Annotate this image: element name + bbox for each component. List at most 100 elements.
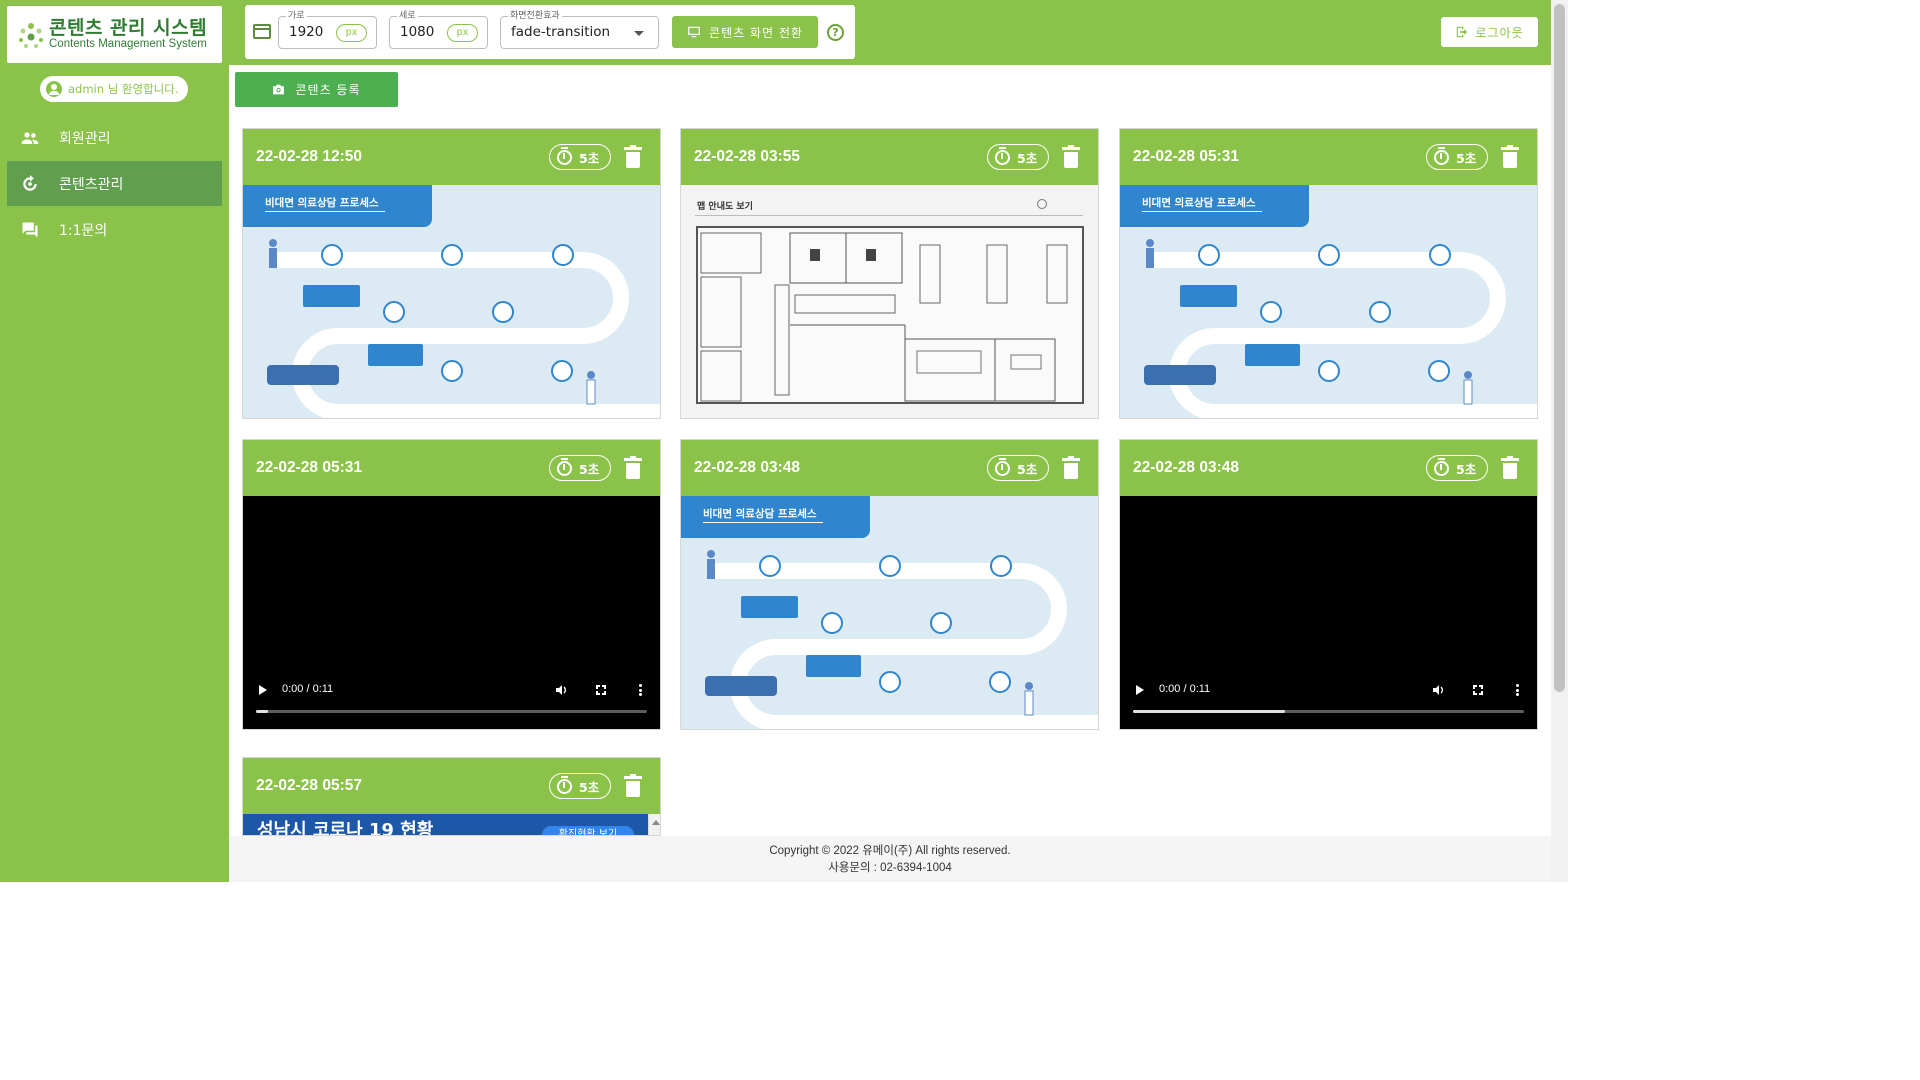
height-unit: px [447, 24, 478, 42]
logout-label: 로그아웃 [1475, 25, 1524, 40]
duration-button[interactable]: 5초 [987, 455, 1049, 481]
play-icon[interactable] [259, 685, 267, 695]
transition-select[interactable]: 화면전환효과 fade-transition [500, 10, 659, 49]
content-card[interactable]: 22-02-28 05:31 5초 0:00 / 0:11 [242, 439, 661, 730]
video-time: 0:00 / 0:11 [1159, 683, 1211, 695]
logout-button[interactable]: 로그아웃 [1441, 17, 1538, 47]
help-icon[interactable]: ? [827, 24, 844, 41]
card-date: 22-02-28 05:57 [256, 777, 362, 794]
delete-icon[interactable] [1062, 145, 1080, 168]
logo[interactable]: 콘텐츠 관리 시스템 Contents Management System [7, 6, 222, 63]
width-field[interactable]: 가로 1920 px [278, 10, 377, 49]
fullscreen-icon[interactable] [1472, 684, 1484, 696]
card-header: 22-02-28 12:50 5초 [243, 129, 660, 185]
delete-icon[interactable] [1062, 456, 1080, 479]
card-date: 22-02-28 03:55 [694, 148, 800, 165]
content-card[interactable]: 22-02-28 05:57 5초 성남시 코로나 19 현황 확진현황 보기 [242, 757, 661, 836]
more-vert-icon[interactable] [1516, 684, 1519, 696]
copyright-text: Copyright © 2022 유메이(주) All rights reser… [769, 845, 1011, 857]
sidebar-item-label: 회원관리 [59, 130, 111, 147]
transition-label: 화면전환효과 [508, 10, 562, 22]
sidebar-item-label: 콘텐츠관리 [59, 176, 124, 193]
duration-value: 5초 [1017, 150, 1038, 166]
welcome-badge: admin 님 환영합니다. [40, 76, 188, 102]
scrollbar-thumb[interactable] [1554, 4, 1565, 692]
content-card[interactable]: 22-02-28 03:55 5초 맵 안내도 보기 [680, 128, 1099, 419]
delete-icon[interactable] [1501, 145, 1519, 168]
logout-icon [1457, 26, 1468, 38]
register-content-label: 콘텐츠 등록 [295, 83, 361, 97]
video-progress[interactable] [1133, 710, 1524, 713]
more-vert-icon[interactable] [639, 684, 642, 696]
duration-button[interactable]: 5초 [987, 144, 1049, 170]
covid-status-button[interactable]: 확진현황 보기 [542, 826, 634, 835]
delete-icon[interactable] [624, 774, 642, 797]
video-progress-fill [1133, 710, 1286, 713]
duration-value: 5초 [1456, 461, 1477, 477]
content-preview: 비대면 의료상담 프로세스 [1120, 185, 1537, 418]
sidebar: 콘텐츠 관리 시스템 Contents Management System ad… [0, 0, 229, 882]
timer-icon [557, 775, 572, 794]
height-field[interactable]: 세로 1080 px [389, 10, 488, 49]
camera-icon [273, 84, 285, 95]
play-icon[interactable] [1136, 685, 1144, 695]
window-icon [253, 24, 271, 39]
content-card[interactable]: 22-02-28 03:48 5초 비대면 의료상담 프로세스 [680, 439, 1099, 730]
card-date: 22-02-28 05:31 [256, 459, 362, 476]
video-player[interactable]: 0:00 / 0:11 [243, 496, 660, 729]
height-input[interactable]: 1080 [400, 24, 434, 40]
content-preview: 성남시 코로나 19 현황 확진현황 보기 [243, 814, 660, 835]
chat-icon [22, 222, 38, 237]
content-preview: 비대면 의료상담 프로세스 [681, 496, 1098, 729]
duration-value: 5초 [579, 779, 600, 795]
duration-button[interactable]: 5초 [549, 144, 611, 170]
card-date: 22-02-28 03:48 [694, 459, 800, 476]
app-subtitle: Contents Management System [49, 38, 207, 50]
sidebar-item-contents[interactable]: 콘텐츠관리 [7, 161, 222, 206]
width-label: 가로 [286, 10, 307, 22]
people-icon [21, 131, 39, 144]
volume-icon[interactable] [556, 684, 568, 696]
content-cycle-icon [23, 174, 37, 191]
content-card[interactable]: 22-02-28 03:48 5초 0:00 / 0:11 [1119, 439, 1538, 730]
transition-value: fade-transition [511, 24, 611, 40]
delete-icon[interactable] [624, 456, 642, 479]
duration-button[interactable]: 5초 [1426, 455, 1488, 481]
video-time: 0:00 / 0:11 [282, 683, 334, 695]
inner-scrollbar[interactable] [648, 814, 660, 835]
width-unit: px [336, 24, 367, 42]
width-input[interactable]: 1920 [289, 24, 323, 40]
duration-button[interactable]: 5초 [1426, 144, 1488, 170]
contact-text: 사용문의 : 02-6394-1004 [828, 862, 952, 874]
logo-icon [19, 23, 43, 48]
chevron-down-icon [634, 31, 644, 36]
volume-icon[interactable] [1433, 684, 1445, 696]
video-player[interactable]: 0:00 / 0:11 [1120, 496, 1537, 729]
card-date: 22-02-28 05:31 [1133, 148, 1239, 165]
duration-value: 5초 [1456, 150, 1477, 166]
switch-content-button[interactable]: 콘텐츠 화면 전환 [672, 16, 818, 48]
timer-icon [557, 457, 572, 476]
duration-button[interactable]: 5초 [549, 773, 611, 799]
sidebar-item-inquiry[interactable]: 1:1문의 [7, 207, 222, 252]
duration-value: 5초 [579, 461, 600, 477]
timer-icon [995, 457, 1010, 476]
target-icon [1037, 199, 1047, 209]
footer: Copyright © 2022 유메이(주) All rights reser… [229, 836, 1551, 882]
page-scrollbar[interactable] [1551, 0, 1568, 882]
content-card[interactable]: 22-02-28 05:31 5초 비대면 의료상담 프로세스 [1119, 128, 1538, 419]
register-content-button[interactable]: 콘텐츠 등록 [235, 72, 398, 107]
delete-icon[interactable] [1501, 456, 1519, 479]
fullscreen-icon[interactable] [595, 684, 607, 696]
video-progress[interactable] [256, 710, 647, 713]
delete-icon[interactable] [624, 145, 642, 168]
content-heading: 비대면 의료상담 프로세스 [243, 185, 432, 227]
content-card[interactable]: 22-02-28 12:50 5초 비대면 의료상담 프로세스 [242, 128, 661, 419]
sidebar-item-members[interactable]: 회원관리 [7, 115, 222, 160]
card-header: 22-02-28 05:31 5초 [1120, 129, 1537, 185]
card-header: 22-02-28 03:48 5초 [1120, 440, 1537, 496]
duration-button[interactable]: 5초 [549, 455, 611, 481]
duration-value: 5초 [1017, 461, 1038, 477]
card-header: 22-02-28 03:48 5초 [681, 440, 1098, 496]
card-date: 22-02-28 12:50 [256, 148, 362, 165]
